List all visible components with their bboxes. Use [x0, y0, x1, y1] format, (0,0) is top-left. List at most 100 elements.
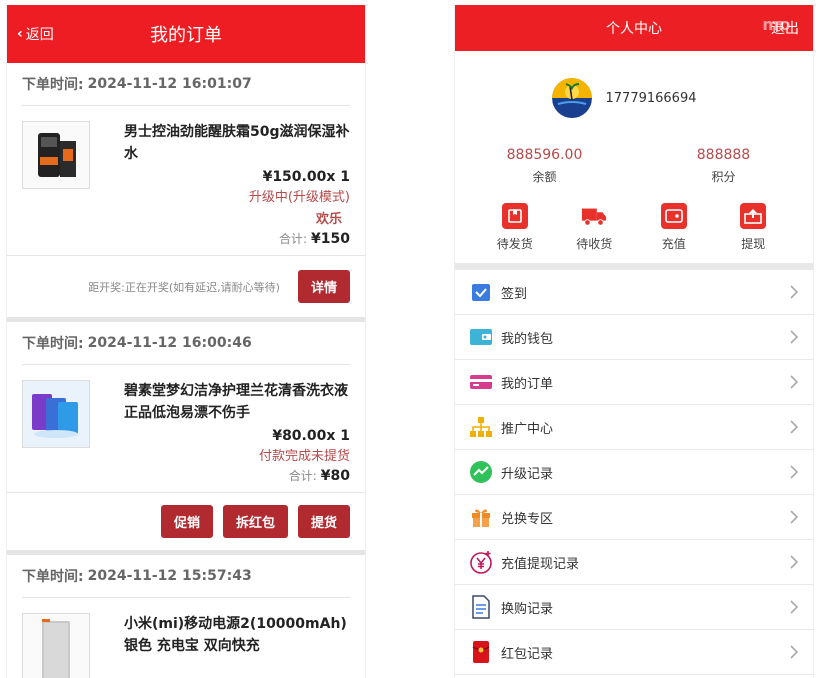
order-status-sub: 欢乐: [315, 212, 342, 227]
order-total: 合计: ¥150: [124, 231, 350, 247]
wallet-icon: [660, 202, 687, 229]
order-time-value: 2024-11-12 16:01:07: [87, 76, 252, 92]
account-stats: 888596.00 余额 888888 积分: [455, 145, 813, 191]
menu-label: 兑换专区: [501, 511, 554, 527]
menu-label: 换购记录: [501, 601, 554, 617]
order-time-label: 下单时间:: [22, 569, 84, 585]
order-time-row: 下单时间: 2024-11-12 15:57:43: [22, 555, 350, 598]
promote-button[interactable]: 促销: [160, 505, 213, 538]
product-image-power-bank[interactable]: [22, 613, 90, 678]
order-card: 下单时间: 2024-11-12 15:57:43 小米(mi)移动电源2(10…: [7, 555, 365, 678]
order-time-label: 下单时间:: [22, 336, 84, 352]
user-info: 17779166694: [455, 51, 813, 145]
order-total-value: ¥150: [311, 231, 350, 247]
quick-actions: 待发货 待收货 充值 提现: [455, 191, 813, 263]
user-phone: 17779166694: [605, 90, 697, 106]
order-time-value: 2024-11-12 15:57:43: [87, 568, 252, 584]
order-goods[interactable]: 小米(mi)移动电源2(10000mAh)银色 充电宝 双向快充: [22, 598, 350, 678]
menu-wallet[interactable]: 我的钱包: [455, 315, 813, 360]
product-name: 男士控油劲能醒肤霜50g滋润保湿补水: [124, 124, 350, 162]
menu-recharge-withdraw-records[interactable]: 充值提现记录: [455, 540, 813, 585]
menu-promotion-center[interactable]: 推广中心: [455, 405, 813, 450]
order-time-row: 下单时间: 2024-11-12 16:01:07: [22, 63, 350, 106]
menu-label: 充值提现记录: [501, 556, 580, 572]
product-name: 小米(mi)移动电源2(10000mAh)银色 充电宝 双向快充: [124, 616, 347, 654]
quick-pending-shipment[interactable]: 待发货: [475, 202, 555, 252]
card-icon: [469, 370, 493, 394]
chevron-right-icon: [790, 330, 799, 344]
points-label: 积分: [711, 170, 736, 184]
section-divider: [455, 263, 813, 270]
product-name: 碧素堂梦幻洁净护理兰花清香洗衣液正品低泡易漂不伤手: [124, 383, 348, 421]
points-value: 888888: [696, 147, 751, 163]
back-button[interactable]: ‹ 返回: [17, 5, 54, 63]
order-time-row: 下单时间: 2024-11-12 16:00:46: [22, 322, 350, 365]
order-status: 升级中(升级模式) 欢乐: [124, 187, 350, 231]
order-goods[interactable]: 男士控油劲能醒肤霜50g滋润保湿补水 ¥150.00x 1 升级中(升级模式) …: [22, 106, 350, 247]
chevron-right-icon: [790, 645, 799, 659]
menu-label: 升级记录: [501, 466, 554, 482]
chevron-right-icon: [790, 285, 799, 299]
order-card: 下单时间: 2024-11-12 16:00:46 碧素堂梦幻洁净护理兰花清香洗…: [7, 322, 365, 550]
avatar[interactable]: [551, 78, 592, 118]
profile-panel: 个人中心 mo 退出 17779166694 888596.00 余额 8888…: [454, 5, 814, 678]
menu-repurchase-records[interactable]: 换购记录: [455, 585, 813, 630]
menu-checkin[interactable]: 签到: [455, 270, 813, 315]
order-total-label: 合计:: [288, 469, 317, 483]
menu-label: 我的钱包: [501, 331, 554, 347]
menu-label: 签到: [501, 286, 528, 302]
pickup-button[interactable]: 提货: [297, 505, 350, 538]
screen: ‹ 返回 我的订单 下单时间: 2024-11-12 16:01:07 男士控油…: [0, 0, 819, 678]
quick-label: 充值: [661, 236, 686, 251]
quick-pending-receipt[interactable]: 待收货: [555, 203, 635, 252]
quick-label: 待收货: [576, 236, 613, 251]
withdraw-icon: [740, 202, 767, 229]
product-image-detergent[interactable]: [22, 380, 90, 448]
chevron-right-icon: [790, 465, 799, 479]
page-title: 我的订单: [150, 25, 222, 46]
orders-panel: ‹ 返回 我的订单 下单时间: 2024-11-12 16:01:07 男士控油…: [6, 5, 366, 678]
lottery-note: 距开奖:正在开奖(如有延迟,请耐心等待): [88, 280, 280, 294]
order-time-label: 下单时间:: [22, 77, 84, 93]
order-status-text: 升级中(升级模式): [248, 190, 350, 205]
order-goods[interactable]: 碧素堂梦幻洁净护理兰花清香洗衣液正品低泡易漂不伤手 ¥80.00x 1 付款完成…: [22, 365, 350, 484]
orders-header: ‹ 返回 我的订单: [7, 5, 365, 63]
logout-button[interactable]: 退出: [771, 5, 799, 51]
yen-icon: [469, 550, 493, 574]
order-time-value: 2024-11-12 16:00:46: [87, 335, 252, 351]
menu-exchange-zone[interactable]: 兑换专区: [455, 495, 813, 540]
order-total: 合计: ¥80: [124, 468, 350, 484]
open-red-packet-button[interactable]: 拆红包: [222, 505, 288, 538]
goods-info: 男士控油劲能醒肤霜50g滋润保湿补水 ¥150.00x 1 升级中(升级模式) …: [90, 121, 350, 247]
chevron-right-icon: [790, 420, 799, 434]
goods-info: 小米(mi)移动电源2(10000mAh)银色 充电宝 双向快充: [90, 613, 350, 678]
quick-withdraw[interactable]: 提现: [714, 202, 794, 252]
menu-upgrade-records[interactable]: 升级记录: [455, 450, 813, 495]
quick-label: 提现: [741, 236, 766, 251]
product-price: ¥80.00x 1: [272, 428, 350, 444]
details-button[interactable]: 详情: [297, 270, 350, 303]
wallet-icon: [469, 325, 493, 349]
chevron-right-icon: [790, 600, 799, 614]
checkin-icon: [469, 280, 493, 304]
menu-red-packet-records[interactable]: 红包记录: [455, 630, 813, 675]
balance-value: 888596.00: [506, 147, 583, 163]
red-packet-icon: [469, 640, 493, 664]
balance-stat[interactable]: 888596.00 余额: [455, 145, 634, 191]
menu-my-orders[interactable]: 我的订单: [455, 360, 813, 405]
profile-header: 个人中心 mo 退出: [455, 5, 813, 51]
order-footer: 距开奖:正在开奖(如有延迟,请耐心等待) 详情: [7, 255, 365, 317]
order-footer: 促销 拆红包 提货: [7, 492, 365, 550]
menu-label: 我的订单: [501, 376, 554, 392]
trend-icon: [469, 460, 493, 484]
chevron-right-icon: [790, 555, 799, 569]
points-stat[interactable]: 888888 积分: [634, 145, 813, 191]
gift-icon: [469, 505, 493, 529]
quick-recharge[interactable]: 充值: [634, 202, 714, 252]
back-label: 返回: [25, 27, 54, 43]
quick-label: 待发货: [496, 236, 533, 251]
menu-label: 红包记录: [501, 646, 554, 662]
order-total-label: 合计:: [278, 232, 308, 246]
product-image-cream[interactable]: [22, 121, 90, 189]
menu-label: 推广中心: [501, 421, 554, 437]
